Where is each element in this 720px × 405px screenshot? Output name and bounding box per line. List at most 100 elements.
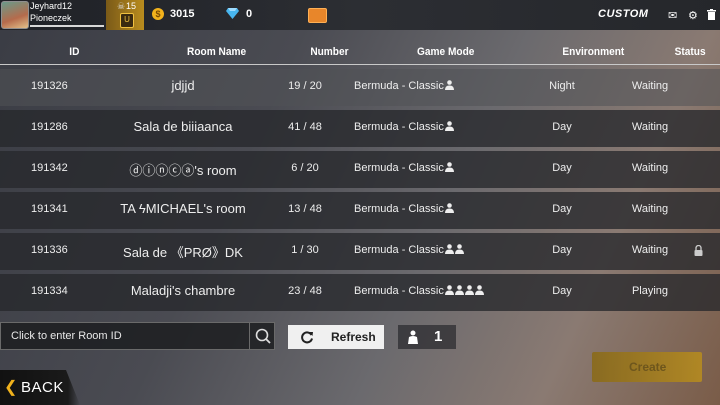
player-count: 13 / 48 [288, 203, 322, 215]
trash-icon[interactable] [707, 9, 716, 20]
skull-icon: ☠ [117, 1, 126, 11]
room-status: Waiting [631, 203, 669, 215]
room-name: ⓓⓘⓝⓒⓐ's room [129, 163, 237, 178]
back-button[interactable]: ❮ BACK [0, 370, 80, 405]
table-row[interactable]: 191286 Sala de biiiaanca 41 / 48 Bermuda… [0, 110, 720, 147]
room-status: Waiting [631, 80, 669, 92]
search-icon[interactable] [249, 323, 276, 349]
environment: Day [552, 285, 572, 297]
player-name: Jeyhard12 [30, 1, 73, 11]
column-header-number: Number [310, 46, 349, 58]
environment: Day [552, 203, 572, 215]
game-mode-label: Bermuda - Classic [354, 80, 444, 92]
person-icon [474, 285, 484, 295]
player-count: 1 / 30 [291, 244, 319, 256]
create-label: Create [629, 360, 667, 374]
room-name: Sala de 《PRØ》DK [123, 245, 243, 260]
person-icon [444, 80, 454, 90]
game-mode: Bermuda - Classic [354, 121, 454, 133]
player-level: 15 [126, 1, 137, 11]
room-status: Playing [631, 285, 669, 297]
shop-icon[interactable] [308, 8, 327, 23]
player-icons [444, 121, 454, 133]
coin-count: 3015 [170, 8, 195, 20]
person-icon [444, 244, 454, 254]
back-arrow-icon: ❮ [4, 379, 18, 396]
refresh-icon [301, 331, 313, 344]
person-icon [444, 121, 454, 131]
rank-badge: U [120, 13, 134, 28]
room-id: 191342 [31, 162, 68, 174]
room-status: Waiting [631, 121, 669, 133]
environment: Day [552, 121, 572, 133]
top-bar: Jeyhard12 Pioneczek ☠ 15 U $ 3015 0 CUST… [0, 0, 720, 30]
table-row[interactable]: 191341 TA ϟMICHAEL's room 13 / 48 Bermud… [0, 192, 720, 229]
room-id-input[interactable] [1, 323, 257, 349]
create-button[interactable]: Create [592, 352, 702, 382]
player-count: 41 / 48 [288, 121, 322, 133]
game-mode-label: Bermuda - Classic [354, 203, 444, 215]
diamond-icon [226, 8, 239, 19]
game-mode: Bermuda - Classic [354, 203, 454, 215]
room-id: 191341 [31, 203, 68, 215]
mode-title: CUSTOM [598, 8, 649, 20]
table-row[interactable]: 191342 ⓓⓘⓝⓒⓐ's room 6 / 20 Bermuda - Cla… [0, 151, 720, 188]
refresh-label: Refresh [331, 330, 376, 344]
column-header-environment: Environment [562, 46, 625, 58]
room-status: Waiting [631, 162, 669, 174]
room-name: Sala de biiiaanca [133, 119, 233, 134]
player-icon [408, 330, 418, 344]
player-icons [444, 80, 454, 92]
room-name: TA ϟMICHAEL's room [120, 201, 246, 216]
player-icons [444, 203, 454, 215]
column-header-status: Status [674, 46, 706, 58]
mail-icon[interactable]: ✉ [668, 9, 677, 22]
room-status: Waiting [631, 244, 669, 256]
header-divider [0, 64, 720, 65]
game-mode-label: Bermuda - Classic [354, 285, 444, 297]
player-filter-value: 1 [434, 328, 443, 345]
player-icons [444, 244, 464, 256]
game-mode: Bermuda - Classic [354, 80, 454, 92]
column-header-game-mode: Game Mode [417, 46, 475, 58]
person-icon [454, 244, 464, 254]
game-mode: Bermuda - Classic [354, 285, 484, 297]
room-name: jdjjd [171, 78, 195, 93]
diamond-count: 0 [246, 8, 253, 20]
gear-icon[interactable]: ⚙ [688, 9, 698, 22]
lock-icon [694, 245, 703, 256]
room-id: 191286 [31, 121, 68, 133]
environment: Night [549, 80, 575, 92]
person-icon [444, 162, 454, 172]
player-count: 19 / 20 [288, 80, 322, 92]
name-divider [30, 25, 104, 27]
table-row[interactable]: 191326 jdjjd 19 / 20 Bermuda - Classic N… [0, 69, 720, 106]
room-id-search [0, 322, 275, 350]
game-mode: Bermuda - Classic [354, 162, 454, 174]
coin-icon: $ [152, 8, 164, 20]
person-icon [464, 285, 474, 295]
room-name: Maladji's chambre [130, 283, 236, 298]
column-header-room-name: Room Name [187, 46, 247, 58]
table-header: ID Room Name Number Game Mode Environmen… [29, 43, 705, 63]
room-id: 191336 [31, 244, 68, 256]
avatar[interactable] [1, 1, 29, 29]
game-mode-label: Bermuda - Classic [354, 121, 444, 133]
person-icon [444, 285, 454, 295]
guild-name: Pioneczek [30, 13, 72, 23]
player-icons [444, 285, 484, 297]
player-count: 23 / 48 [288, 285, 322, 297]
player-filter[interactable]: 1 [398, 325, 456, 349]
refresh-button[interactable]: Refresh [288, 325, 384, 349]
column-header-id: ID [69, 46, 80, 58]
back-label: BACK [21, 379, 64, 396]
room-id: 191326 [31, 80, 68, 92]
table-row[interactable]: 191334 Maladji's chambre 23 / 48 Bermuda… [0, 274, 720, 311]
table-row[interactable]: 191336 Sala de 《PRØ》DK 1 / 30 Bermuda - … [0, 233, 720, 270]
person-icon [444, 203, 454, 213]
player-icons [444, 162, 454, 174]
environment: Day [552, 162, 572, 174]
environment: Day [552, 244, 572, 256]
game-mode-label: Bermuda - Classic [354, 244, 444, 256]
room-id: 191334 [31, 285, 68, 297]
